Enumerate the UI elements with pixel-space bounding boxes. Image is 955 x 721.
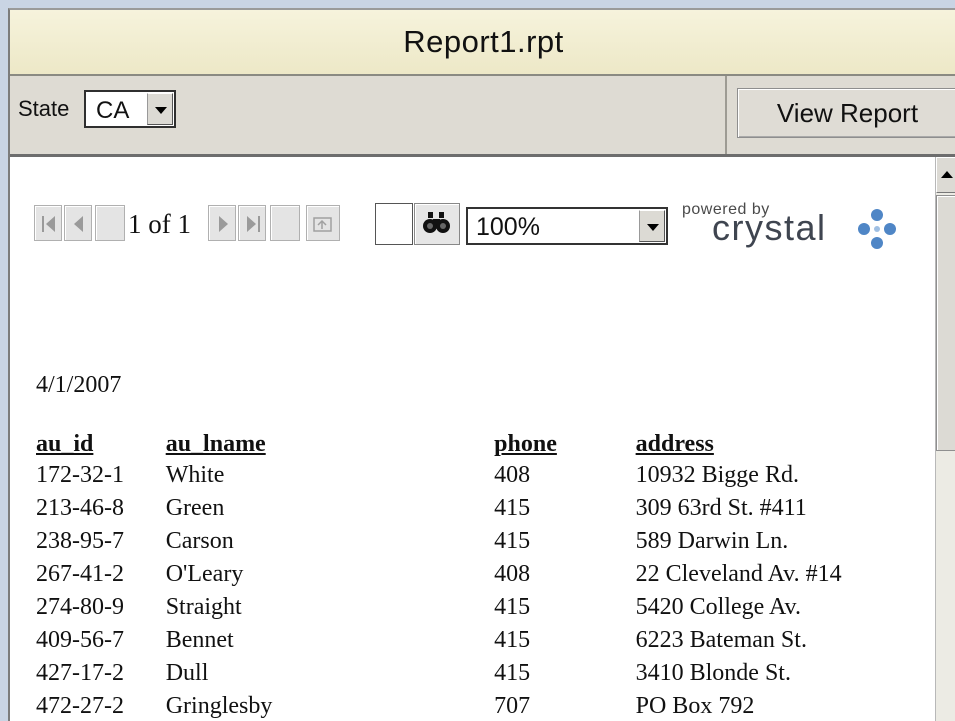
zoom-value: 100% (476, 213, 540, 241)
page-indicator: 1 of 1 (128, 209, 191, 239)
chevron-down-icon[interactable] (639, 210, 665, 242)
prev-page-icon (74, 216, 83, 232)
column-header-address: address (635, 431, 714, 457)
first-page-icon (42, 216, 55, 232)
previous-page-button[interactable] (64, 205, 92, 241)
last-page-icon (247, 216, 260, 232)
cell-phone: 415 (494, 660, 531, 686)
table-row: 213-46-8 Green 415 309 63rd St. #411 (36, 492, 935, 525)
first-page-button[interactable] (34, 205, 62, 241)
cell-au-id: 427-17-2 (36, 660, 124, 686)
zoom-select[interactable]: 100% (466, 207, 668, 245)
table-row: 409-56-7 Bennet 415 6223 Bateman St. (36, 624, 935, 657)
scroll-up-button[interactable] (936, 157, 955, 193)
cell-address: 22 Cleveland Av. #14 (635, 561, 842, 587)
cell-au-lname: Dull (165, 660, 209, 686)
cell-phone: 415 (494, 627, 531, 653)
cell-au-id: 213-46-8 (36, 495, 124, 521)
cell-au-id: 267-41-2 (36, 561, 124, 587)
cell-au-lname: White (165, 462, 225, 488)
cell-phone: 415 (494, 594, 531, 620)
cell-au-lname: O'Leary (165, 561, 244, 587)
next-page-icon (219, 216, 228, 232)
column-header-au-id: au_id (36, 431, 94, 457)
scroll-thumb[interactable] (936, 195, 955, 451)
cell-address: 10932 Bigge Rd. (635, 462, 799, 488)
table-row: 238-95-7 Carson 415 589 Darwin Ln. (36, 525, 935, 558)
chevron-down-icon[interactable] (147, 93, 173, 125)
state-select[interactable]: CA (84, 90, 176, 128)
table-row: 172-32-1 White 408 10932 Bigge Rd. (36, 459, 935, 492)
table-row: 274-80-9 Straight 415 5420 College Av. (36, 591, 935, 624)
cell-phone: 408 (494, 462, 531, 488)
binoculars-icon (423, 212, 450, 233)
cell-au-lname: Bennet (165, 627, 234, 653)
state-select-value: CA (96, 97, 130, 124)
nav-spacer-2 (270, 205, 300, 241)
next-page-button[interactable] (208, 205, 236, 241)
cell-au-id: 238-95-7 (36, 528, 124, 554)
cell-phone: 707 (494, 693, 531, 719)
crystal-logo-icon (858, 209, 896, 249)
cell-au-id: 274-80-9 (36, 594, 124, 620)
table-row: 427-17-2 Dull 415 3410 Blonde St. (36, 657, 935, 690)
cell-au-id: 472-27-2 (36, 693, 124, 719)
group-tree-icon (313, 217, 332, 232)
cell-au-lname: Green (165, 495, 225, 521)
report-table: au_id au_lname phone address 172-32-1 Wh… (36, 429, 935, 721)
cell-phone: 408 (494, 561, 531, 587)
window-title: Report1.rpt (403, 24, 564, 59)
cell-address: 309 63rd St. #411 (635, 495, 807, 521)
cell-address: 589 Darwin Ln. (635, 528, 789, 554)
nav-spacer (95, 205, 125, 241)
cell-address: 3410 Blonde St. (635, 660, 791, 686)
cell-address: PO Box 792 (635, 693, 755, 719)
group-tree-button[interactable] (306, 205, 340, 241)
report-date: 4/1/2007 (36, 372, 122, 398)
report-viewer: 1 of 1 100% powered by crystal 4/1/2007 … (10, 157, 935, 721)
table-row: 267-41-2 O'Leary 408 22 Cleveland Av. #1… (36, 558, 935, 591)
table-header-row: au_id au_lname phone address (36, 429, 935, 459)
view-report-button[interactable]: View Report (737, 88, 955, 138)
vertical-scrollbar[interactable] (935, 157, 955, 721)
report-window: Report1.rpt State CA View Report 1 of 1 (8, 8, 955, 721)
search-button[interactable] (414, 203, 460, 245)
table-row: 472-27-2 Gringlesby 707 PO Box 792 (36, 690, 935, 721)
state-label: State (18, 96, 70, 121)
chevron-up-icon (941, 171, 953, 178)
title-bar: Report1.rpt (10, 10, 955, 76)
brand-name: crystal (712, 207, 827, 248)
cell-address: 5420 College Av. (635, 594, 801, 620)
cell-phone: 415 (494, 495, 531, 521)
column-header-phone: phone (494, 431, 557, 457)
cell-phone: 415 (494, 528, 531, 554)
cell-address: 6223 Bateman St. (635, 627, 807, 653)
cell-au-id: 172-32-1 (36, 462, 124, 488)
divider (725, 76, 727, 154)
cell-au-lname: Straight (165, 594, 242, 620)
cell-au-lname: Gringlesby (165, 693, 273, 719)
last-page-button[interactable] (238, 205, 266, 241)
cell-au-lname: Carson (165, 528, 234, 554)
cell-au-id: 409-56-7 (36, 627, 124, 653)
parameters-bar: State CA View Report (10, 76, 955, 157)
search-input[interactable] (375, 203, 413, 245)
column-header-au-lname: au_lname (165, 431, 266, 457)
